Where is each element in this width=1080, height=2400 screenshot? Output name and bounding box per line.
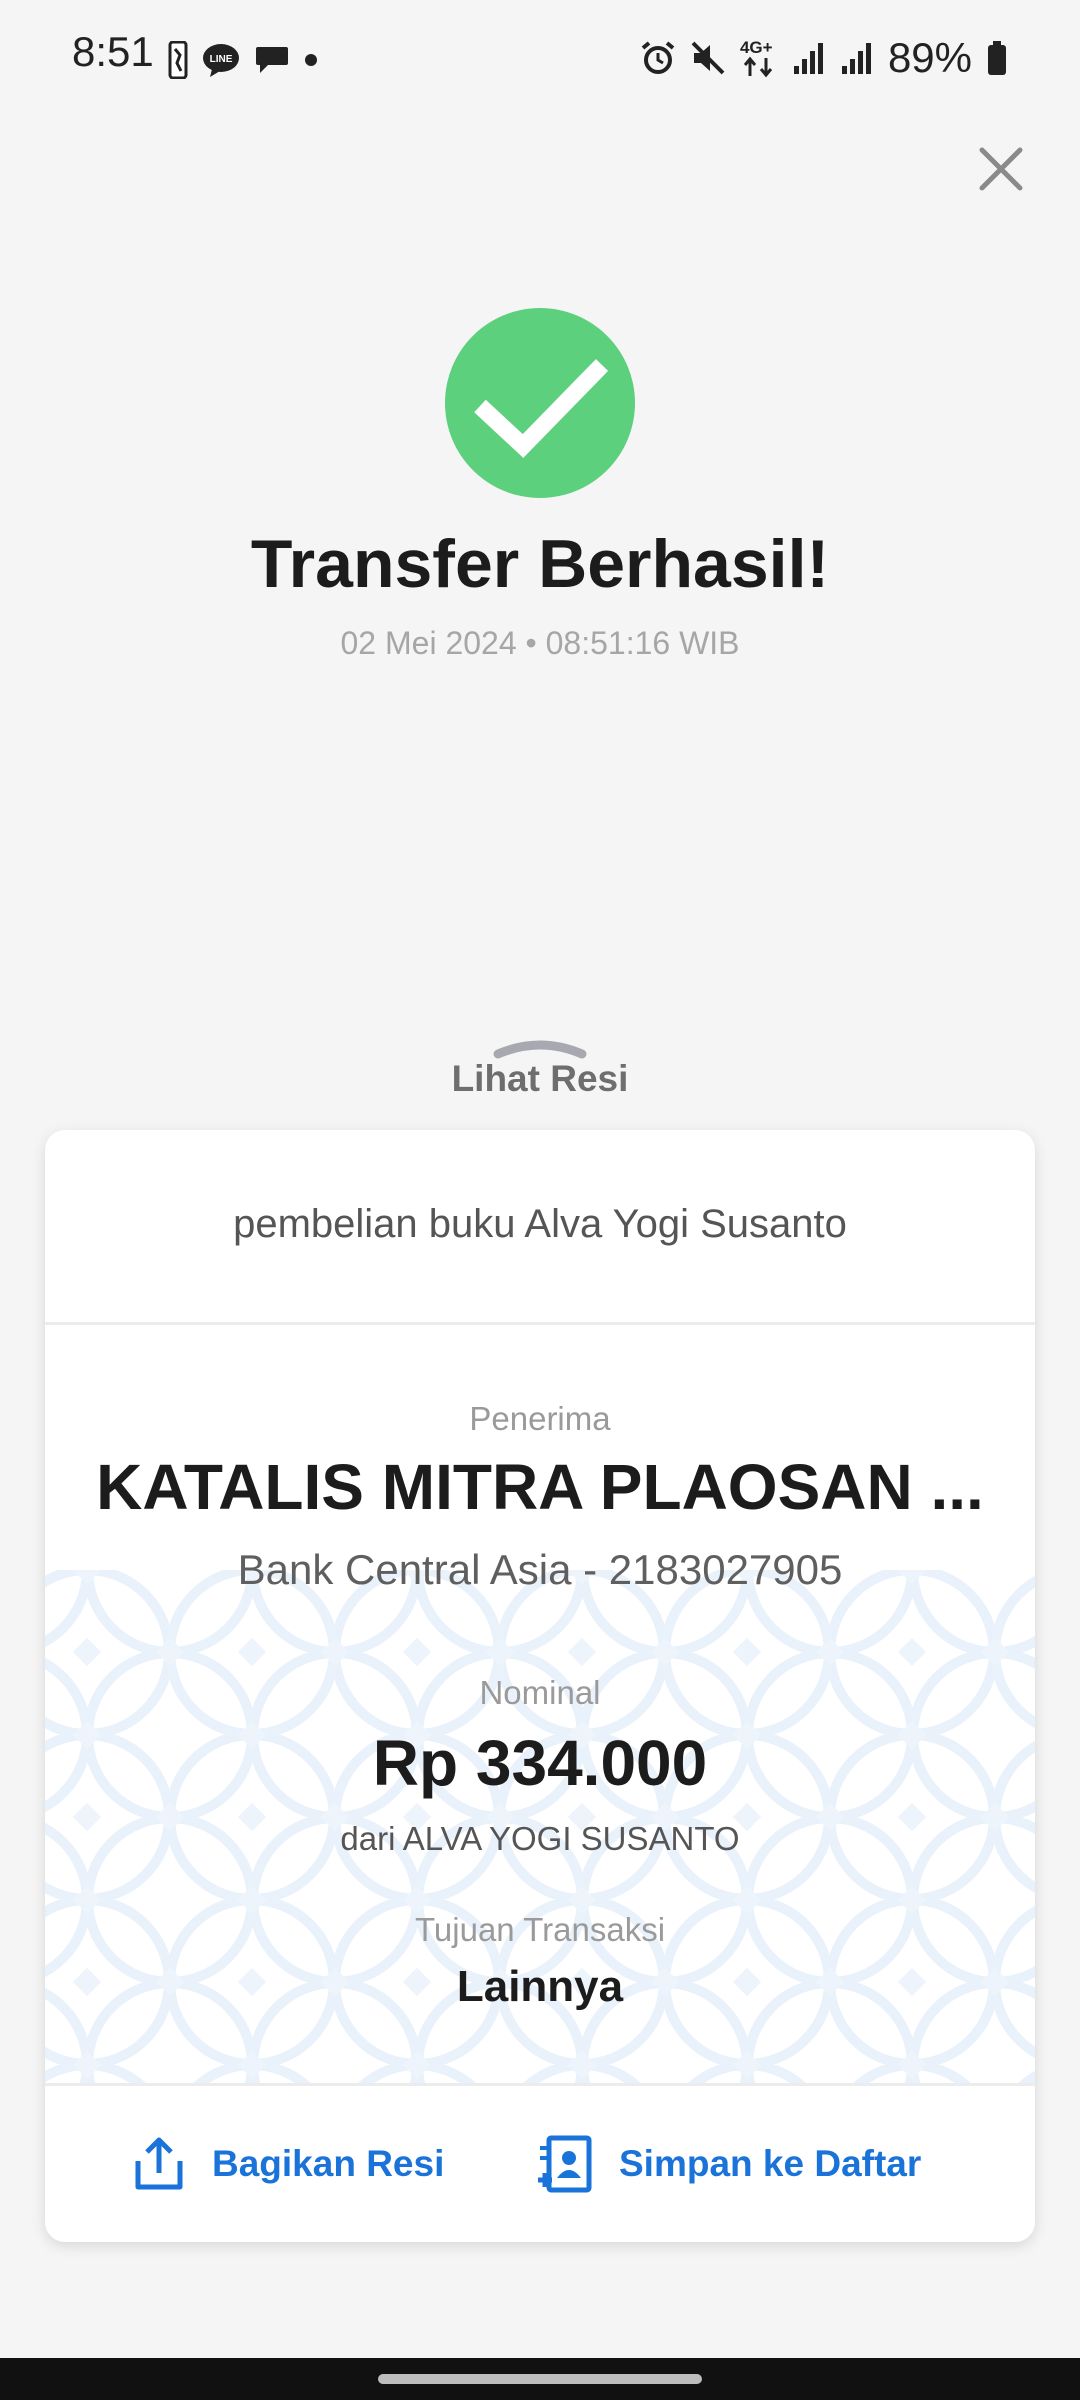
receipt-card: pembelian buku Alva Yogi Susanto Penerim…	[45, 1130, 1035, 2242]
signal-icon	[793, 43, 823, 74]
purpose-label: Tujuan Transaksi	[414, 1911, 666, 1948]
save-to-list-button[interactable]: Simpan ke Daftar	[535, 2086, 921, 2242]
status-bar: 8:51 LINE 4G+ 89%	[0, 0, 1080, 120]
recipient-bank-account: Bank Central Asia - 2183027905	[237, 1546, 843, 1593]
divider	[45, 1322, 1035, 1325]
status-notification-icons: LINE	[168, 40, 318, 80]
status-system-icons: 4G+ 89%	[640, 30, 1008, 86]
home-indicator[interactable]	[378, 2374, 702, 2384]
mute-icon	[691, 41, 725, 75]
transfer-amount: Rp 334.000	[372, 1727, 708, 1799]
signal-icon	[841, 43, 871, 74]
line-icon: LINE	[203, 44, 239, 77]
alarm-icon	[641, 41, 675, 74]
recipient-name: KATALIS MITRA PLAOSAN ...	[96, 1451, 984, 1523]
nba-icon	[168, 41, 188, 79]
navigation-bar	[0, 2358, 1080, 2400]
close-button[interactable]	[970, 138, 1032, 200]
battery-icon	[988, 41, 1006, 75]
amount-label: Nominal	[479, 1674, 601, 1711]
transaction-datetime: 02 Mei 2024 • 08:51:16 WIB	[340, 625, 740, 661]
receipt-actions: Bagikan Resi Simpan ke Daftar	[45, 2086, 1035, 2242]
svg-text:LINE: LINE	[210, 54, 233, 65]
battery-percentage: 89%	[887, 34, 972, 81]
recipient-label: Penerima	[469, 1400, 611, 1437]
checkmark-icon	[474, 359, 609, 458]
page-title: Transfer Berhasil!	[250, 526, 830, 602]
receipt-toggle-label[interactable]: Lihat Resi	[0, 1058, 1080, 1100]
close-icon	[979, 147, 1023, 191]
save-to-list-label: Simpan ke Daftar	[619, 2143, 922, 2184]
chevron-up-icon	[493, 1040, 587, 1059]
transfer-note: pembelian buku Alva Yogi Susanto	[233, 1202, 847, 1246]
add-contact-icon	[538, 2135, 592, 2193]
status-time: 8:51	[72, 28, 154, 75]
share-icon	[135, 2137, 183, 2190]
success-badge	[445, 308, 635, 498]
transaction-purpose: Lainnya	[456, 1962, 624, 2011]
network-4g-icon: 4G+	[740, 38, 778, 78]
share-receipt-button[interactable]: Bagikan Resi	[130, 2086, 444, 2242]
chat-bubble-icon	[256, 47, 288, 73]
notification-dot-icon	[305, 54, 317, 66]
network-label: 4G+	[739, 38, 773, 57]
sender-name: dari ALVA YOGI SUSANTO	[340, 1820, 740, 1857]
share-receipt-label: Bagikan Resi	[212, 2143, 445, 2184]
receipt-toggle-handle[interactable]	[490, 1030, 590, 1060]
